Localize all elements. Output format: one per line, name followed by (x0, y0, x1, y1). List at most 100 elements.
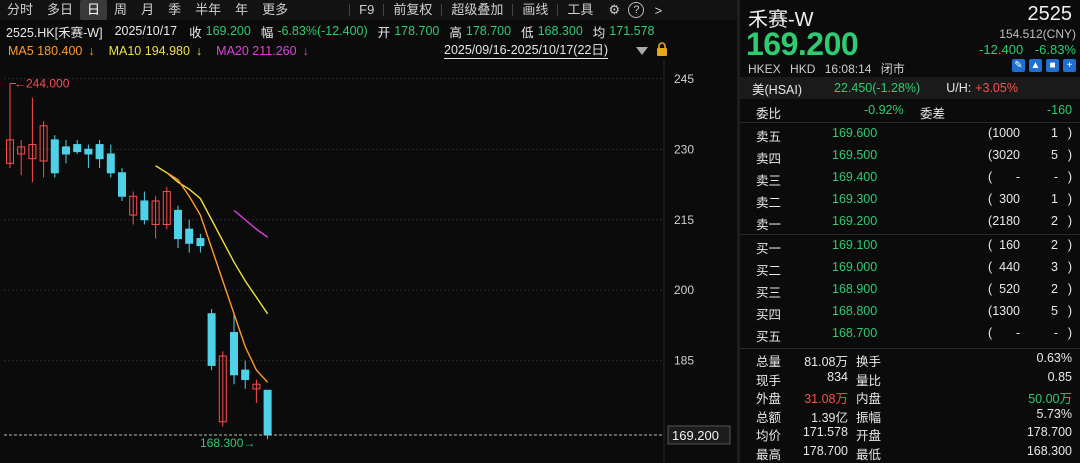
exchange-meta: HKEX HKD 16:08:14 闭市 (748, 60, 911, 77)
level-count: - (1053, 170, 1058, 184)
level-paren-open: ( (988, 214, 993, 228)
gear-icon[interactable]: ⚙ (604, 0, 624, 20)
date-label: 2025/10/17 (114, 24, 178, 38)
ma10-label: MA10 194.980 (108, 44, 190, 58)
level-label: 买五 (756, 330, 782, 344)
level-paren-close: ) (1067, 238, 1072, 252)
lock-icon[interactable] (656, 42, 668, 56)
tab-yearly[interactable]: 年 (228, 0, 255, 20)
pin-icon[interactable]: ■ (1046, 59, 1059, 72)
level-price: 169.300 (832, 192, 878, 206)
level-count: - (1053, 326, 1058, 340)
ma10-arrow-icon: ↓ (195, 44, 203, 58)
tab-quarterly[interactable]: 季 (161, 0, 188, 20)
tab-half-year[interactable]: 半年 (188, 0, 228, 20)
open-label: 开 (377, 25, 391, 40)
ask-level-row[interactable]: 卖一 169.200 2180(2) (740, 211, 1080, 233)
stat-label: 开盘 (856, 429, 882, 444)
low-label: 低 (521, 25, 534, 40)
candle-body (106, 153, 115, 174)
chevron-right-icon[interactable]: > (648, 0, 668, 20)
level-paren-open: ( (988, 126, 993, 140)
level-volume: 160 (999, 238, 1020, 252)
draw-line-button[interactable]: 画线 (515, 0, 555, 20)
toolbar-divider (441, 4, 443, 16)
close-label: 收 (189, 25, 202, 40)
bid-level-row[interactable]: 买四 168.800 1300(5) (740, 301, 1080, 323)
range-label: 幅 (260, 25, 274, 40)
moving-average-legend: MA5 180.400 ↓ MA10 194.980 ↓ MA20 211.26… (0, 42, 738, 60)
ma5-arrow-icon: ↓ (88, 44, 95, 58)
help-icon[interactable]: ? (628, 2, 645, 18)
hsai-label: 美(HSAI) (752, 82, 803, 97)
ask-level-row[interactable]: 卖三 169.400 - (-) (740, 167, 1080, 189)
stat-value: 31.08万 (804, 392, 848, 407)
candle-body (50, 139, 59, 174)
bid-level-row[interactable]: 买一 169.100 160 (2) (740, 235, 1080, 257)
dropdown-arrow-icon[interactable] (636, 47, 648, 55)
toolbar-divider (512, 4, 514, 16)
us-listing-row[interactable]: 美(HSAI) 22.450(-1.28%) U/H: +3.05% (740, 77, 1080, 99)
bid-level-row[interactable]: 买三 168.900 520 (2) (740, 279, 1080, 301)
date-range-selector[interactable]: 2025/09/16-2025/10/17(22日) (444, 43, 609, 59)
toolbar-divider (557, 4, 559, 16)
level-count: 1 (1051, 126, 1058, 140)
tab-weekly[interactable]: 周 (107, 0, 134, 20)
symbol-label: 2525.HK[禾赛-W] (6, 25, 103, 40)
level-label: 买一 (756, 242, 782, 256)
bid-level-row[interactable]: 买五 168.700 - (-) (740, 323, 1080, 345)
level-count: 5 (1051, 304, 1058, 318)
tab-daily[interactable]: 日 (80, 0, 108, 20)
stat-label: 外盘 (756, 392, 782, 407)
f9-button[interactable]: F9 (352, 0, 381, 20)
quick-actions: ✎ ▲ ■ + (1012, 59, 1076, 72)
level-volume: 1300 (992, 304, 1020, 318)
level-paren-open: ( (988, 148, 993, 162)
ask-level-row[interactable]: 卖五 169.600 1000(1) (740, 123, 1080, 145)
level-price: 169.600 (832, 126, 878, 140)
stat-value: 178.700 (802, 444, 848, 458)
divider (740, 348, 1080, 349)
y-tick-label: 215 (674, 213, 694, 227)
level-paren-close: ) (1067, 282, 1072, 296)
tools-button[interactable]: 工具 (560, 0, 600, 20)
level-paren-close: ) (1067, 304, 1072, 318)
level-count: 2 (1051, 238, 1058, 252)
stat-label: 换手 (856, 355, 882, 369)
edit-icon[interactable]: ✎ (1012, 59, 1025, 72)
tab-more[interactable]: 更多 (255, 0, 295, 20)
level-paren-close: ) (1067, 148, 1072, 162)
stat-row: 均价 171.578 开盘 178.700 (740, 424, 1080, 444)
candle-body (241, 369, 250, 381)
stat-value: 168.300 (1026, 444, 1072, 458)
level-paren-open: ( (988, 260, 993, 274)
level-paren-close: ) (1067, 170, 1072, 184)
high-label: 高 (449, 25, 462, 40)
super-overlay-button[interactable]: 超级叠加 (444, 0, 510, 20)
order-ratio-label: 委比 (756, 107, 782, 121)
bell-icon[interactable]: ▲ (1029, 59, 1042, 72)
candle-body (207, 313, 216, 366)
candle-body (174, 209, 182, 240)
tab-intraday[interactable]: 分时 (0, 0, 40, 20)
bid-level-row[interactable]: 买二 169.000 440 (3) (740, 257, 1080, 279)
level-label: 卖五 (756, 130, 782, 144)
stat-row: 总额 1.39亿 振幅 5.73% (740, 406, 1080, 425)
stat-label: 总量 (756, 355, 782, 369)
candle-body (84, 148, 93, 155)
order-ratio-value: -0.92% (864, 103, 904, 117)
forward-adjust-button[interactable]: 前复权 (386, 0, 439, 20)
stat-row: 现手 834 量比 0.85 (740, 369, 1080, 388)
tab-monthly[interactable]: 月 (134, 0, 161, 20)
stat-row: 最高 178.700 最低 168.300 (740, 443, 1080, 462)
tab-multi-day[interactable]: 多日 (40, 0, 80, 20)
stat-value: 50.00万 (1028, 392, 1072, 407)
y-tick-label: 230 (674, 142, 694, 156)
level-volume: 440 (999, 260, 1020, 274)
ask-level-row[interactable]: 卖四 169.500 3020(5) (740, 145, 1080, 167)
y-tick-label: 245 (674, 72, 694, 86)
ask-level-row[interactable]: 卖二 169.300 300 (1) (740, 189, 1080, 211)
candle-body (185, 228, 194, 244)
candlestick-chart[interactable]: 245 230 215 200 185 ←244.000 169.200 168.300→ (0, 60, 736, 463)
add-icon[interactable]: + (1063, 59, 1076, 72)
